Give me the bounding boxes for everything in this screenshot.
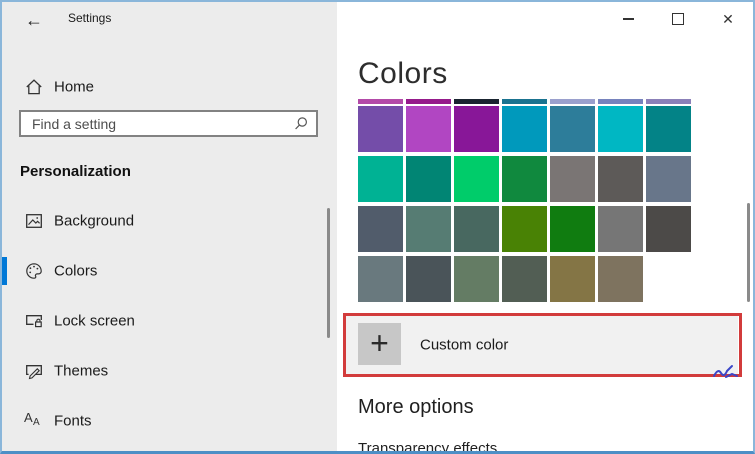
color-swatch[interactable] [454,256,499,302]
selected-item-indicator [2,257,7,285]
sidebar-item-lock-screen[interactable]: Lock screen [2,296,337,346]
sidebar-nav-list: Background Colors [2,196,337,446]
page-title: Colors [358,57,448,91]
plus-square: + [358,323,401,365]
color-swatch[interactable] [598,99,643,104]
color-swatch[interactable] [646,106,691,152]
color-swatch[interactable] [358,106,403,152]
sidebar-item-colors[interactable]: Colors [2,246,337,296]
sidebar-item-label: Themes [54,363,108,380]
window-controls: ✕ [603,2,753,36]
palette-icon [24,261,44,281]
color-swatch[interactable] [502,206,547,252]
sidebar-scrollbar-thumb[interactable] [327,208,330,338]
color-swatch[interactable] [550,99,595,104]
main-scrollbar-thumb[interactable] [747,203,750,302]
sidebar-item-label: Lock screen [54,313,135,330]
color-swatch[interactable] [502,99,547,104]
sidebar-item-label: Home [54,79,94,96]
sidebar-item-themes[interactable]: Themes [2,346,337,396]
color-swatch[interactable] [358,156,403,202]
maximize-icon [672,13,684,25]
fonts-icon: A A [24,411,44,431]
color-swatch[interactable] [646,156,691,202]
sidebar-item-label: Background [54,213,134,230]
titlebar: ← Settings [2,2,337,38]
sidebar-item-label: Colors [54,263,97,280]
search-icon [293,116,309,132]
color-swatch[interactable] [406,256,451,302]
minimize-icon [623,18,634,20]
color-swatch[interactable] [454,106,499,152]
swatch-row [358,106,691,152]
custom-color-label: Custom color [420,337,508,354]
themes-icon [24,361,44,381]
color-swatch[interactable] [406,156,451,202]
color-swatch[interactable] [502,156,547,202]
color-grid [358,99,691,306]
section-header-personalization: Personalization [20,163,131,180]
lock-screen-icon [24,311,44,331]
transparency-effects-label: Transparency effects [358,440,497,451]
swatch-row [358,206,691,252]
search-input[interactable] [21,112,316,135]
maximize-button[interactable] [653,2,703,36]
sidebar-item-fonts[interactable]: A A Fonts [2,396,337,446]
back-arrow-icon: ← [25,10,43,31]
plus-icon: + [370,327,389,359]
color-swatch[interactable] [550,256,595,302]
swatch-row-partial [358,99,691,104]
color-swatch[interactable] [502,256,547,302]
settings-window: ← Settings Home Personalization [0,0,755,454]
color-swatch[interactable] [598,156,643,202]
sidebar-item-label: Fonts [54,413,92,430]
search-box [19,110,318,137]
back-button[interactable]: ← [20,7,48,33]
color-swatch[interactable] [598,256,643,302]
background-image-icon [24,211,44,231]
sidebar-item-background[interactable]: Background [2,196,337,246]
close-button[interactable]: ✕ [703,2,753,36]
color-swatch[interactable] [502,106,547,152]
color-swatch[interactable] [646,99,691,104]
color-swatch[interactable] [406,99,451,104]
close-icon: ✕ [722,11,734,28]
color-swatch[interactable] [358,99,403,104]
color-swatch[interactable] [550,206,595,252]
more-options-heading: More options [358,396,474,419]
home-icon [24,77,44,97]
color-swatch[interactable] [598,206,643,252]
color-swatch[interactable] [358,206,403,252]
color-swatch[interactable] [454,206,499,252]
swatch-row [358,156,691,202]
color-swatch[interactable] [406,206,451,252]
color-swatch[interactable] [550,106,595,152]
minimize-button[interactable] [603,2,653,36]
window-title: Settings [68,11,111,25]
color-swatch[interactable] [358,256,403,302]
color-swatch[interactable] [406,106,451,152]
custom-color-button[interactable]: + Custom color [346,316,738,374]
main-content: Colors + Custom color More options Trans… [337,2,753,451]
color-swatch[interactable] [598,106,643,152]
sidebar: ← Settings Home Personalization [2,2,337,451]
color-swatch[interactable] [646,206,691,252]
color-swatch[interactable] [454,99,499,104]
color-swatch[interactable] [550,156,595,202]
color-swatch[interactable] [454,156,499,202]
sidebar-item-home[interactable]: Home [2,62,337,112]
swatch-row [358,256,691,302]
